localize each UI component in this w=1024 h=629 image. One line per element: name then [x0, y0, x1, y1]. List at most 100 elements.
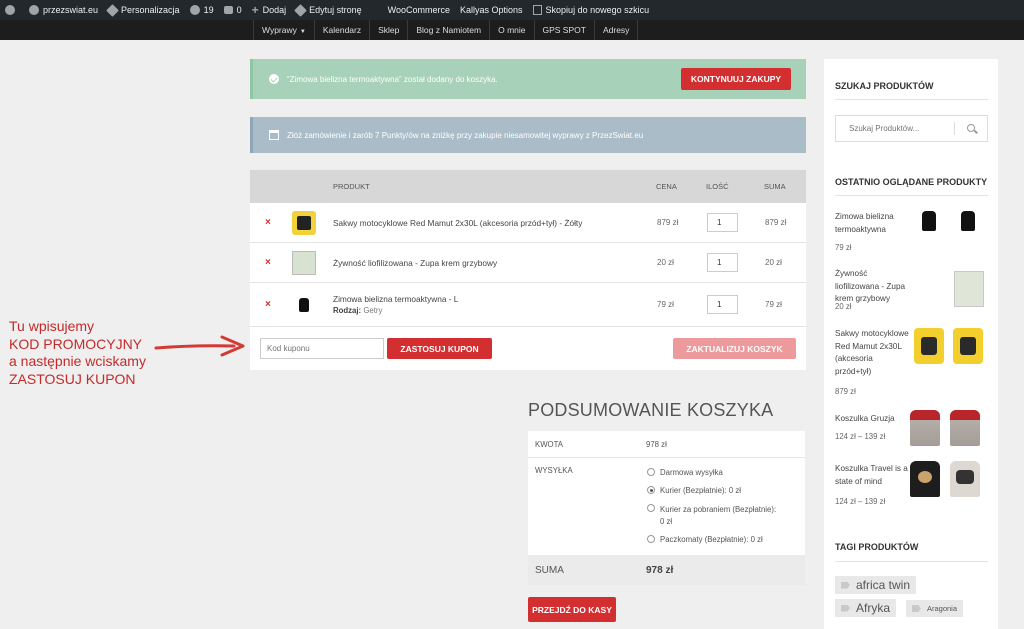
radio-button-selected[interactable]	[647, 486, 655, 494]
update-cart-button[interactable]: ZAKTUALIZUJ KOSZYK	[673, 338, 796, 359]
cart-table: PRODUKT CENA ILOŚĆ SUMA × Sakwy motocykl…	[250, 170, 806, 370]
search-input[interactable]	[836, 116, 954, 141]
cart-row: × Żywność liofilizowana - Zupa krem grzy…	[250, 243, 806, 283]
shipping-option-courier[interactable]: Kurier (Bezpłatnie): 0 zł	[647, 486, 741, 495]
product-image[interactable]	[910, 461, 940, 497]
annotation-line: a następnie wciskamy	[9, 353, 146, 369]
variant-label: Rodzaj:	[333, 306, 362, 315]
product-image[interactable]	[950, 461, 980, 497]
admin-site-name[interactable]: przezswiat.eu	[24, 0, 103, 20]
customize-label: Personalizacja	[121, 5, 180, 15]
quantity-input[interactable]	[707, 295, 738, 314]
recent-product-name[interactable]: Zimowa bielizna termoaktywna	[835, 211, 909, 236]
product-tags-title: TAGI PRODUKTÓW	[835, 542, 919, 552]
recent-product-item[interactable]: Koszulka Travel is a state of mind 124 z…	[835, 461, 995, 513]
amount-label: KWOTA	[535, 440, 564, 449]
column-total: SUMA	[764, 182, 786, 191]
tag-icon	[912, 605, 921, 612]
shipping-option-free[interactable]: Darmowa wysyłka	[647, 468, 723, 477]
tag-link[interactable]: Afryka	[835, 599, 897, 617]
radio-button[interactable]	[647, 535, 655, 543]
admin-copy-draft[interactable]: Skopiuj do nowego szkicu	[528, 0, 655, 20]
admin-comments[interactable]: 0	[219, 0, 247, 20]
recent-product-name[interactable]: Sakwy motocyklowe Red Mamut 2x30L (akces…	[835, 328, 909, 378]
nav-item-kalendarz[interactable]: Kalendarz	[313, 20, 369, 40]
shipping-option-label: Kurier (Bezpłatnie): 0 zł	[660, 486, 742, 495]
add-new-label: Dodaj	[262, 5, 287, 15]
recent-product-name[interactable]: Koszulka Travel is a state of mind	[835, 463, 909, 488]
continue-shopping-button[interactable]: KONTYNUUJ ZAKUPY	[681, 68, 791, 90]
nav-item-o-mnie[interactable]: O mnie	[489, 20, 533, 40]
quantity-input[interactable]	[707, 253, 738, 272]
annotation-line: ZASTOSUJ KUPON	[9, 370, 136, 387]
remove-item-button[interactable]: ×	[265, 257, 271, 268]
kallyas-label: Kallyas Options	[460, 5, 523, 15]
product-name-link[interactable]: Żywność liofilizowana - Zupa krem grzybo…	[333, 258, 497, 268]
product-image[interactable]	[914, 328, 944, 364]
order-total-label: SUMA	[535, 565, 564, 576]
recent-product-item[interactable]: Zimowa bielizna termoaktywna 79 zł	[835, 211, 995, 257]
quantity-input[interactable]	[707, 213, 738, 232]
admin-new-content[interactable]: + Dodaj	[247, 0, 292, 20]
wordpress-logo[interactable]	[0, 0, 24, 20]
divider	[835, 561, 988, 562]
recent-product-name[interactable]: Żywność liofilizowana - Zupa krem grzybo…	[835, 268, 909, 306]
product-thumbnail[interactable]	[292, 293, 316, 317]
divider	[954, 122, 955, 135]
recent-product-item[interactable]: Żywność liofilizowana - Zupa krem grzybo…	[835, 268, 995, 314]
annotation-arrow-icon	[154, 335, 245, 357]
shipping-option-paczkomaty[interactable]: Paczkomaty (Bezpłatnie): 0 zł	[647, 535, 763, 544]
added-to-cart-notice: “Zimowa bielizna termoaktywna” został do…	[250, 59, 806, 99]
admin-customize[interactable]: Personalizacja	[103, 0, 185, 20]
tag-link[interactable]: africa twin	[835, 576, 917, 594]
radio-button[interactable]	[647, 504, 655, 512]
product-thumbnail[interactable]	[292, 251, 316, 275]
nav-item-blog[interactable]: Blog z Namiotem	[407, 20, 489, 40]
product-thumbnail[interactable]	[292, 211, 316, 235]
product-image[interactable]	[910, 410, 940, 446]
tag-link[interactable]: Aragonia	[906, 600, 964, 617]
column-product: PRODUKT	[333, 182, 370, 191]
recent-product-item[interactable]: Sakwy motocyklowe Red Mamut 2x30L (akces…	[835, 328, 995, 402]
copy-draft-label: Skopiuj do nowego szkicu	[545, 5, 650, 15]
nav-item-adresy[interactable]: Adresy	[593, 20, 639, 40]
remove-item-button[interactable]: ×	[265, 299, 271, 310]
search-icon[interactable]	[967, 124, 975, 132]
proceed-to-checkout-button[interactable]: PRZEJDŹ DO KASY	[528, 597, 616, 622]
points-notice: Złóż zamówienie i zarób 7 Punkty/ów na z…	[250, 117, 806, 153]
apply-coupon-button[interactable]: ZASTOSUJ KUPON	[387, 338, 492, 359]
nav-item-sklep[interactable]: Sklep	[369, 20, 407, 40]
copy-icon	[532, 5, 542, 15]
recent-product-item[interactable]: Koszulka Gruzja 124 zł – 139 zł	[835, 410, 995, 453]
admin-edit-page[interactable]: Edytuj stronę	[291, 0, 367, 20]
product-image[interactable]	[950, 410, 980, 446]
recent-products-title: OSTATNIO OGLĄDANE PRODUKTY	[835, 177, 988, 187]
divider	[835, 99, 988, 100]
admin-kallyas-options[interactable]: Kallyas Options	[455, 0, 528, 20]
nav-item-gps-spot[interactable]: GPS SPOT	[533, 20, 594, 40]
product-image[interactable]	[953, 205, 983, 241]
nav-list: Wyprawy ▼ Kalendarz Sklep Blog z Namiotem…	[253, 20, 639, 40]
product-name-link[interactable]: Zimowa bielizna termoaktywna - L	[333, 294, 458, 304]
coupon-code-input[interactable]	[260, 338, 384, 359]
product-image[interactable]	[954, 271, 984, 307]
remove-item-button[interactable]: ×	[265, 217, 271, 228]
shipping-option-cod[interactable]: Kurier za pobraniem (Bezpłatnie): 0 zł	[647, 504, 776, 528]
shipping-option-line: Kurier za pobraniem (Bezpłatnie):	[660, 505, 777, 514]
admin-updates[interactable]: 19	[185, 0, 219, 20]
product-name-link[interactable]: Sakwy motocyklowe Red Mamut 2x30L (akces…	[333, 218, 582, 228]
admin-woocommerce[interactable]: WooCommerce	[367, 0, 635, 184]
product-image[interactable]	[953, 328, 983, 364]
shipping-option-label: Paczkomaty (Bezpłatnie): 0 zł	[660, 535, 763, 544]
radio-button[interactable]	[647, 468, 655, 476]
recent-product-name[interactable]: Koszulka Gruzja	[835, 413, 909, 426]
edit-page-label: Edytuj stronę	[309, 5, 362, 15]
tag-icon	[841, 581, 850, 589]
plus-icon: +	[251, 3, 259, 17]
column-price: CENA	[656, 182, 677, 191]
wordpress-icon	[5, 5, 15, 15]
product-image[interactable]	[914, 205, 944, 241]
nav-item-wyprawy[interactable]: Wyprawy ▼	[253, 20, 314, 40]
woocommerce-label: WooCommerce	[387, 5, 451, 15]
tag-label: Afryka	[856, 601, 891, 615]
